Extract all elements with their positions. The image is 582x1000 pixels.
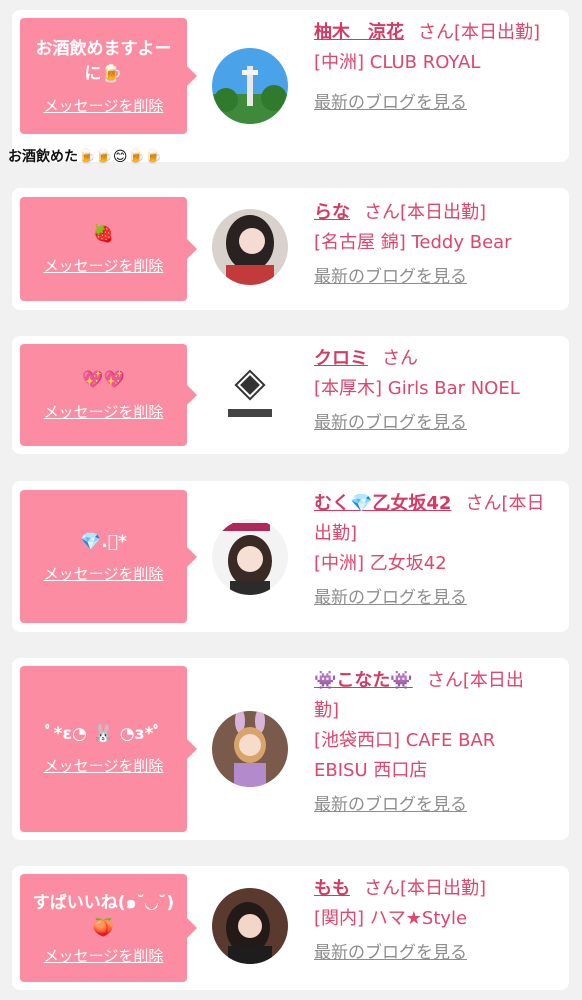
tower-photo-icon (212, 48, 288, 124)
delete-message-link[interactable]: メッセージを削除 (44, 945, 164, 966)
san-suffix: さん (465, 493, 502, 514)
message-bubble: 🍓 メッセージを削除 (20, 197, 197, 301)
status-text: [本日出勤] (454, 22, 541, 43)
message-bubble: 💎.ﾟ* メッセージを削除 (20, 490, 197, 623)
delete-message-link[interactable]: メッセージを削除 (44, 95, 164, 116)
message-card: ﾟ*ε◔ 🐰 ◔з*ﾟ メッセージを削除 👾こなた👾 さん[本日出勤] [池袋西口… (12, 658, 569, 840)
message-bubble: 💖💖 メッセージを削除 (20, 344, 197, 446)
cast-info: 柚木 涼花 さん[本日出勤] [中洲] CLUB ROYAL 最新のブログを見る (314, 18, 546, 118)
cast-avatar[interactable] (212, 209, 288, 285)
girl-photo-icon (212, 209, 288, 285)
message-bubble: ﾟ*ε◔ 🐰 ◔з*ﾟ メッセージを削除 (20, 666, 197, 832)
message-card: 🍓 メッセージを削除 らな さん[本日出勤] [名古屋 錦] Teddy Bear… (12, 188, 569, 310)
cast-name-link[interactable]: クロミ (314, 348, 368, 369)
delete-message-link[interactable]: メッセージを削除 (44, 563, 164, 584)
san-suffix: さん (382, 348, 418, 369)
message-card: お酒飲めますよーに🍺 メッセージを削除 柚木 涼花 さん[本日出勤] [中洲] C… (12, 10, 569, 162)
cast-info: むく💎乙女坂42 さん[本日出勤] [中洲] 乙女坂42 最新のブログを見る (314, 489, 546, 613)
cast-name-link[interactable]: 👾こなた👾 (314, 670, 413, 691)
cast-name-link[interactable]: もも (314, 878, 350, 899)
cast-info: 👾こなた👾 さん[本日出勤] [池袋西口] CAFE BAR EBISU 西口店 … (314, 666, 546, 820)
delete-message-link[interactable]: メッセージを削除 (44, 755, 164, 776)
cast-name-link[interactable]: 柚木 涼花 (314, 22, 404, 43)
girl-photo-icon (212, 519, 288, 595)
blog-link[interactable]: 最新のブログを見る (314, 262, 546, 292)
shop-text: [池袋西口] CAFE BAR EBISU 西口店 (314, 730, 496, 781)
message-card: すばいいね(๑˘◡˘)🍑 メッセージを削除 もも さん[本日出勤] [関内] ハマ… (12, 866, 569, 990)
san-suffix: さん (418, 22, 454, 43)
message-text: 💎.ﾟ* (80, 531, 127, 552)
bunny-photo-icon (212, 711, 288, 787)
message-card: 💖💖 メッセージを削除 クロミ さん [本厚木] Girls Bar NOEL 最… (12, 336, 569, 454)
blog-link[interactable]: 最新のブログを見る (314, 583, 546, 613)
cast-info: クロミ さん [本厚木] Girls Bar NOEL 最新のブログを見る (314, 344, 546, 438)
delete-message-link[interactable]: メッセージを削除 (44, 255, 164, 276)
message-text: すばいいね(๑˘◡˘)🍑 (32, 892, 175, 938)
message-text: ﾟ*ε◔ 🐰 ◔з*ﾟ (45, 724, 162, 744)
message-bubble: すばいいね(๑˘◡˘)🍑 メッセージを削除 (20, 874, 197, 982)
message-caption: お酒飲めた🍺🍺😊🍺🍺 (8, 149, 163, 165)
san-suffix: さん (426, 670, 463, 691)
san-suffix: さん (364, 878, 400, 899)
message-text: 🍓 (92, 224, 115, 244)
status-text: [本日出勤] (400, 202, 487, 223)
message-card: 💎.ﾟ* メッセージを削除 むく💎乙女坂42 さん[本日出勤] [中洲] 乙女坂4… (12, 481, 569, 632)
blog-link[interactable]: 最新のブログを見る (314, 88, 546, 118)
message-text: お酒飲めますよーに🍺 (35, 38, 172, 84)
girl-photo-icon (212, 888, 288, 964)
cast-info: らな さん[本日出勤] [名古屋 錦] Teddy Bear 最新のブログを見る (314, 198, 546, 292)
cast-name-link[interactable]: らな (314, 202, 350, 223)
cast-avatar[interactable] (212, 711, 288, 787)
cast-avatar[interactable] (212, 519, 288, 595)
blog-link[interactable]: 最新のブログを見る (314, 408, 546, 438)
cast-name-link[interactable]: むく💎乙女坂42 (314, 493, 451, 514)
status-text: [本日出勤] (400, 878, 487, 899)
shop-text: [関内] ハマ★Style (314, 908, 468, 929)
blog-link[interactable]: 最新のブログを見る (314, 790, 546, 820)
blog-link[interactable]: 最新のブログを見る (314, 938, 546, 968)
shop-text: [名古屋 錦] Teddy Bear (314, 232, 512, 253)
shop-text: [本厚木] Girls Bar NOEL (314, 378, 520, 399)
shop-text: [中洲] 乙女坂42 (314, 553, 447, 574)
delete-message-link[interactable]: メッセージを削除 (44, 401, 164, 422)
cast-avatar[interactable] (212, 357, 288, 433)
noel-logo-icon (212, 357, 288, 433)
cast-avatar[interactable] (212, 48, 288, 124)
cast-avatar[interactable] (212, 888, 288, 964)
shop-text: [中洲] CLUB ROYAL (314, 52, 481, 73)
message-text: 💖💖 (82, 370, 125, 390)
message-bubble: お酒飲めますよーに🍺 メッセージを削除 (20, 18, 197, 134)
cast-info: もも さん[本日出勤] [関内] ハマ★Style 最新のブログを見る (314, 874, 546, 968)
san-suffix: さん (364, 202, 400, 223)
